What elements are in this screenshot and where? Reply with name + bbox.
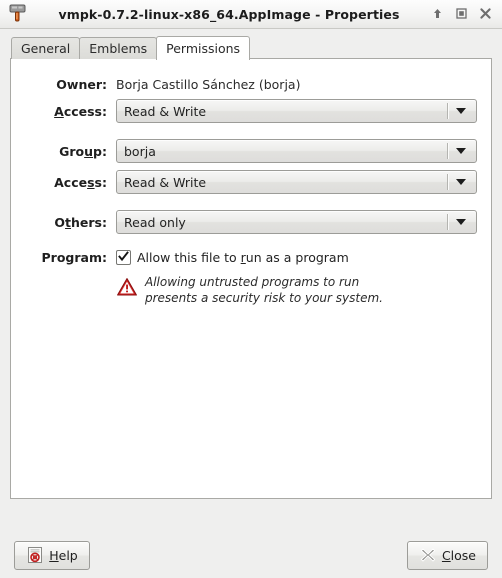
- owner-access-row: Access: Read & Write: [25, 99, 477, 123]
- window-controls: [422, 0, 500, 26]
- others-label-pre: O: [54, 214, 66, 230]
- group-access-row: Access: Read & Write: [25, 170, 477, 194]
- tab-emblems-label: Emblems: [89, 41, 148, 56]
- close-dialog-button[interactable]: Close: [406, 540, 488, 570]
- permissions-panel: Owner: Borja Castillo Sánchez (borja) Ac…: [10, 58, 492, 499]
- group-access-label: Access:: [25, 175, 116, 190]
- close-x-icon: [419, 546, 437, 564]
- permissions-form: Owner: Borja Castillo Sánchez (borja) Ac…: [11, 59, 491, 307]
- allow-execute-label: Allow this file to run as a program: [137, 250, 349, 265]
- combo-separator: [447, 103, 449, 119]
- others-row: Others: Read only: [25, 210, 477, 234]
- owner-access-label-text: ccess:: [63, 103, 107, 119]
- tab-general-label: General: [21, 41, 71, 56]
- tab-permissions-label: Permissions: [166, 41, 241, 56]
- maximize-button[interactable]: [450, 3, 472, 23]
- program-label: Program:: [41, 250, 108, 265]
- combo-separator: [447, 214, 449, 230]
- owner-label-text: Owner:: [56, 77, 107, 92]
- allow-execute-checkbox-wrap[interactable]: Allow this file to run as a program: [116, 250, 349, 265]
- owner-access-label: Access:: [25, 104, 116, 119]
- tab-permissions[interactable]: Permissions: [156, 36, 251, 60]
- shade-button[interactable]: [426, 3, 448, 23]
- tab-strip: General Emblems Permissions: [10, 35, 492, 60]
- group-access-label-post: s:: [94, 174, 107, 190]
- others-label-post: hers:: [71, 214, 107, 230]
- group-combobox[interactable]: borja: [116, 139, 477, 163]
- allow-execute-label-post: un as a program: [245, 250, 349, 265]
- others-label: Others:: [25, 215, 116, 230]
- others-value: Read only: [124, 214, 186, 230]
- group-access-mnemonic: s: [87, 174, 95, 190]
- group-label-pre: Gro: [59, 143, 85, 159]
- combo-separator: [447, 174, 449, 190]
- group-access-combobox[interactable]: Read & Write: [116, 170, 477, 194]
- close-dialog-label-post: lose: [450, 547, 476, 563]
- close-dialog-label: Close: [442, 548, 476, 563]
- chevron-down-icon: [456, 108, 466, 114]
- help-button-label-post: elp: [58, 547, 78, 563]
- owner-access-combobox[interactable]: Read & Write: [116, 99, 477, 123]
- chevron-down-icon: [456, 219, 466, 225]
- close-dialog-mnemonic: C: [441, 547, 451, 563]
- combo-separator: [447, 143, 449, 159]
- owner-row: Owner: Borja Castillo Sánchez (borja): [25, 77, 477, 92]
- security-warning-text: Allowing untrusted programs to run prese…: [145, 275, 383, 305]
- group-label-post: p:: [93, 143, 107, 159]
- group-access-label-pre: Acce: [54, 174, 88, 190]
- warning-triangle-icon: [116, 276, 138, 298]
- program-row: Program: Allow this file to run as a pro…: [25, 250, 477, 265]
- group-row: Group: borja: [25, 139, 477, 163]
- allow-execute-label-pre: Allow this file to: [137, 250, 241, 265]
- group-label: Group:: [25, 144, 116, 159]
- owner-value: Borja Castillo Sánchez (borja): [116, 77, 301, 92]
- dialog-action-bar: Help Close: [0, 532, 502, 578]
- group-access-value: Read & Write: [124, 174, 207, 190]
- owner-access-value: Read & Write: [124, 103, 207, 119]
- properties-notebook: General Emblems Permissions Owner: Borja…: [10, 35, 492, 499]
- tab-general[interactable]: General: [11, 37, 81, 59]
- security-warning: Allowing untrusted programs to run prese…: [25, 275, 477, 307]
- group-mnemonic: u: [84, 143, 94, 159]
- checkmark-icon: [118, 251, 129, 262]
- group-value: borja: [124, 143, 156, 159]
- owner-label: Owner:: [25, 77, 116, 92]
- help-button-mnemonic: H: [49, 547, 59, 563]
- others-combobox[interactable]: Read only: [116, 210, 477, 234]
- allow-execute-checkbox[interactable]: [116, 250, 131, 265]
- tab-emblems[interactable]: Emblems: [79, 37, 158, 59]
- titlebar[interactable]: vmpk-0.7.2-linux-x86_64.AppImage - Prope…: [0, 0, 502, 29]
- hammer-icon: [6, 1, 32, 27]
- chevron-down-icon: [456, 179, 466, 185]
- help-button[interactable]: Help: [14, 540, 90, 570]
- owner-access-mnemonic: A: [54, 103, 64, 119]
- close-button[interactable]: [474, 3, 496, 23]
- help-document-icon: [26, 546, 44, 564]
- help-button-label: Help: [49, 548, 78, 563]
- chevron-down-icon: [456, 148, 466, 154]
